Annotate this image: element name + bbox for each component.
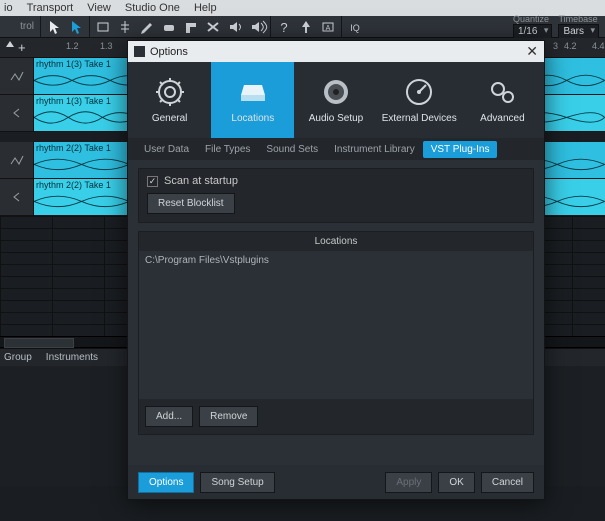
- add-track-icon[interactable]: +: [18, 40, 26, 55]
- tab-instrument-library[interactable]: Instrument Library: [326, 141, 423, 158]
- tab-file-types[interactable]: File Types: [197, 141, 258, 158]
- split-icon[interactable]: [114, 17, 136, 37]
- list-item[interactable]: C:\Program Files\Vstplugins: [145, 255, 527, 266]
- dialog-title: Options: [150, 46, 188, 58]
- close-icon[interactable]: ✕: [526, 43, 538, 60]
- menu-view[interactable]: View: [87, 2, 111, 14]
- main-toolbar: trol ? A IQ Quantize 1/16 Timebase Bars: [0, 16, 605, 38]
- listen-icon[interactable]: [224, 17, 246, 37]
- erase-icon[interactable]: [158, 17, 180, 37]
- help-icon[interactable]: ?: [273, 17, 295, 37]
- gauge-icon: [404, 77, 434, 107]
- knob-icon: [321, 77, 351, 107]
- apply-button[interactable]: Apply: [385, 472, 432, 493]
- automation-icon[interactable]: [9, 152, 25, 168]
- options-categories: General Locations Audio Setup External D…: [128, 62, 544, 138]
- iq-icon[interactable]: IQ: [344, 17, 366, 37]
- automation-icon[interactable]: [9, 68, 25, 84]
- svg-text:A: A: [326, 25, 331, 32]
- category-general[interactable]: General: [128, 62, 211, 138]
- category-locations[interactable]: Locations: [211, 62, 294, 138]
- options-button[interactable]: Options: [138, 472, 194, 493]
- ok-button[interactable]: OK: [438, 472, 474, 493]
- gear-icon: [155, 77, 185, 107]
- timebase-dropdown[interactable]: Bars: [558, 24, 599, 39]
- tab-vst-plugins[interactable]: VST Plug-Ins: [423, 141, 498, 158]
- remove-location-button[interactable]: Remove: [199, 406, 258, 427]
- cogs-icon: [487, 77, 517, 107]
- pointer-icon[interactable]: [43, 17, 65, 37]
- locations-heading: Locations: [139, 232, 533, 251]
- minimap-view[interactable]: [4, 338, 74, 348]
- chevron-left-icon[interactable]: [11, 191, 23, 203]
- toolbar-left-label: trol: [0, 21, 38, 32]
- timebase-label: Timebase: [558, 14, 599, 24]
- action-icon[interactable]: [295, 17, 317, 37]
- quantize-dropdown[interactable]: 1/16: [513, 24, 552, 39]
- menu-studio-one[interactable]: Studio One: [125, 2, 180, 14]
- tab-sound-sets[interactable]: Sound Sets: [258, 141, 326, 158]
- locations-list[interactable]: C:\Program Files\Vstplugins: [139, 251, 533, 399]
- cancel-button[interactable]: Cancel: [481, 472, 534, 493]
- svg-text:?: ?: [280, 20, 287, 35]
- reset-blocklist-button[interactable]: Reset Blocklist: [147, 193, 235, 214]
- tab-user-data[interactable]: User Data: [136, 141, 197, 158]
- pointer2-icon[interactable]: [65, 17, 87, 37]
- dialog-titlebar[interactable]: Options ✕: [128, 41, 544, 62]
- expand-icon[interactable]: [6, 41, 14, 47]
- speaker-icon[interactable]: [246, 17, 268, 37]
- tab-instruments[interactable]: Instruments: [46, 352, 98, 363]
- macro-icon[interactable]: A: [317, 17, 339, 37]
- menu-transport[interactable]: Transport: [27, 2, 74, 14]
- paint-icon[interactable]: [180, 17, 202, 37]
- add-location-button[interactable]: Add...: [145, 406, 193, 427]
- mute-icon[interactable]: [202, 17, 224, 37]
- category-audio-setup[interactable]: Audio Setup: [294, 62, 377, 138]
- app-icon: [134, 46, 145, 57]
- scan-at-startup-checkbox[interactable]: ✓: [147, 176, 158, 187]
- draw-icon[interactable]: [136, 17, 158, 37]
- tab-group[interactable]: Group: [4, 352, 32, 363]
- range-icon[interactable]: [92, 17, 114, 37]
- menu-help[interactable]: Help: [194, 2, 217, 14]
- dialog-footer: Options Song Setup Apply OK Cancel: [128, 465, 544, 499]
- options-dialog: Options ✕ General Locations Audio Setup …: [127, 40, 545, 500]
- song-setup-button[interactable]: Song Setup: [200, 472, 274, 493]
- scan-at-startup-label: Scan at startup: [164, 175, 238, 187]
- chevron-left-icon[interactable]: [11, 107, 23, 119]
- category-advanced[interactable]: Advanced: [461, 62, 544, 138]
- svg-text:IQ: IQ: [350, 23, 360, 33]
- category-external-devices[interactable]: External Devices: [378, 62, 461, 138]
- drive-icon: [238, 77, 268, 107]
- menu-io[interactable]: io: [4, 2, 13, 14]
- quantize-label: Quantize: [513, 14, 552, 24]
- locations-subtabs: User Data File Types Sound Sets Instrume…: [128, 138, 544, 160]
